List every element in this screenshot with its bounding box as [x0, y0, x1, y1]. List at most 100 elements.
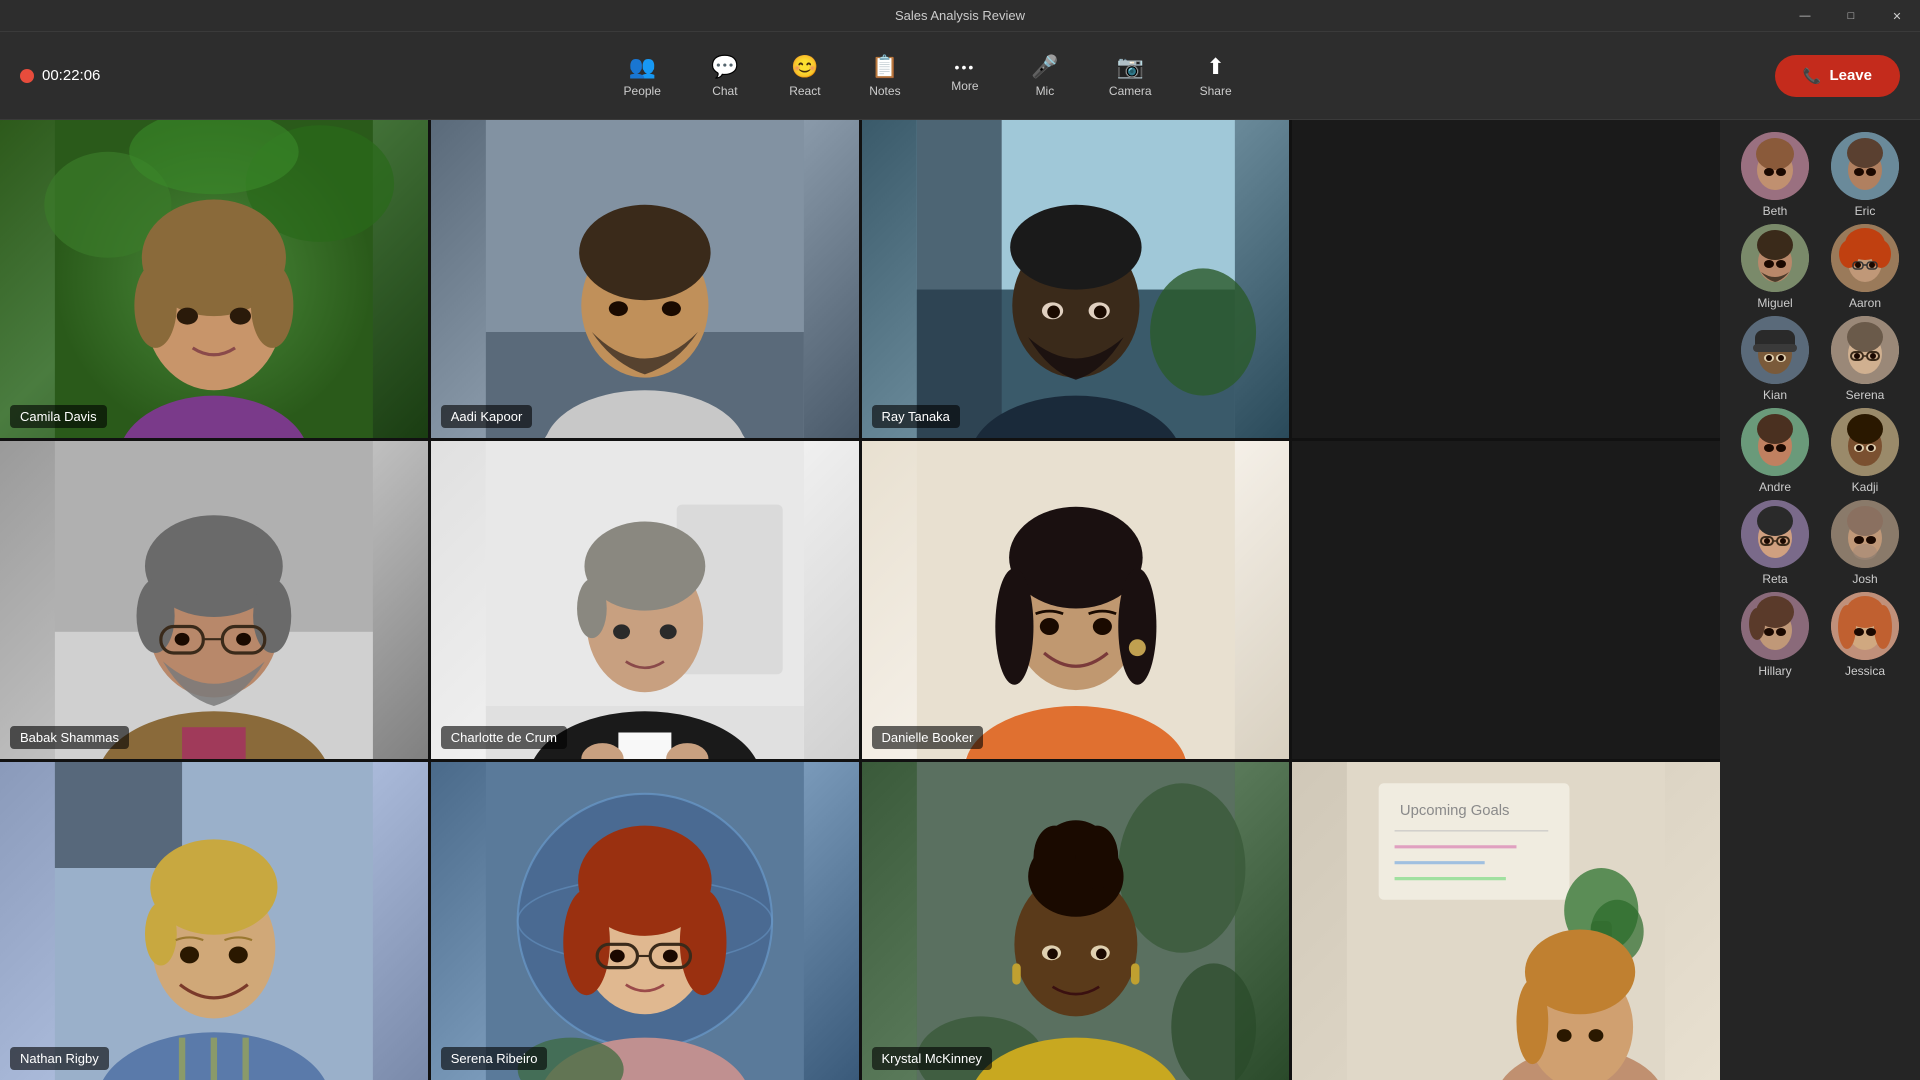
- video-cell-babak[interactable]: Babak Shammas: [0, 441, 428, 759]
- serena-s-avatar: [1831, 316, 1899, 384]
- video-cell-ray[interactable]: Ray Tanaka: [862, 120, 1290, 438]
- sidebar-row-2: Miguel: [1728, 224, 1912, 310]
- notes-icon: 📋: [871, 54, 898, 80]
- react-icon: 😊: [791, 54, 818, 80]
- notes-label: Notes: [869, 84, 900, 98]
- sidebar-participant-reta[interactable]: Reta: [1733, 500, 1817, 586]
- video-cell-krystal[interactable]: Krystal McKinney: [862, 762, 1290, 1080]
- leave-button[interactable]: 📞 Leave: [1775, 55, 1900, 97]
- recording-dot: [20, 69, 34, 83]
- maximize-button[interactable]: □: [1828, 0, 1874, 32]
- more-button[interactable]: ••• More: [925, 51, 1005, 101]
- leave-phone-icon: 📞: [1803, 67, 1822, 85]
- camera-button[interactable]: 📷 Camera: [1085, 46, 1176, 106]
- window-title: Sales Analysis Review: [895, 8, 1025, 23]
- sidebar-participant-hillary[interactable]: Hillary: [1733, 592, 1817, 678]
- recording-indicator: 00:22:06: [20, 67, 100, 84]
- sidebar-participant-beth[interactable]: Beth: [1733, 132, 1817, 218]
- babak-avatar: [0, 441, 428, 759]
- reta-avatar: [1741, 500, 1809, 568]
- eric-avatar: [1831, 132, 1899, 200]
- svg-text:Upcoming Goals: Upcoming Goals: [1400, 803, 1510, 819]
- sidebar-row-3: Kian Serena: [1728, 316, 1912, 402]
- nathan-avatar: [0, 762, 428, 1080]
- babak-name-tag: Babak Shammas: [10, 726, 129, 749]
- sidebar-participant-kian[interactable]: Kian: [1733, 316, 1817, 402]
- camera-icon: 📷: [1117, 54, 1144, 80]
- charlotte-avatar: [431, 441, 859, 759]
- andre-name: Andre: [1759, 480, 1791, 494]
- video-grid: Camila Davis: [0, 120, 1720, 1080]
- mic-icon: 🎤: [1031, 54, 1058, 80]
- charlotte-name-tag: Charlotte de Crum: [441, 726, 567, 749]
- video-cell-danielle[interactable]: Danielle Booker: [862, 441, 1290, 759]
- krystal-avatar: [862, 762, 1290, 1080]
- sidebar-participant-miguel[interactable]: Miguel: [1733, 224, 1817, 310]
- share-label: Share: [1200, 84, 1232, 98]
- kian-name: Kian: [1763, 388, 1787, 402]
- close-button[interactable]: ✕: [1874, 0, 1920, 32]
- mic-label: Mic: [1036, 84, 1055, 98]
- video-cell-nathan[interactable]: Nathan Rigby: [0, 762, 428, 1080]
- aaron-name: Aaron: [1849, 296, 1881, 310]
- jessica-name: Jessica: [1845, 664, 1885, 678]
- hillary-name: Hillary: [1758, 664, 1791, 678]
- beth-avatar: [1741, 132, 1809, 200]
- video-cell-aadi[interactable]: Aadi Kapoor: [431, 120, 859, 438]
- chat-button[interactable]: 💬 Chat: [685, 46, 765, 106]
- reta-name: Reta: [1762, 572, 1787, 586]
- video-cell-empty2: [1292, 441, 1720, 759]
- share-button[interactable]: ⬆ Share: [1176, 46, 1256, 106]
- recording-time: 00:22:06: [42, 67, 100, 84]
- people-button[interactable]: 👥 People: [600, 46, 685, 106]
- toolbar: 00:22:06 👥 People 💬 Chat 😊 React 📋 Notes…: [0, 32, 1920, 120]
- mic-button[interactable]: 🎤 Mic: [1005, 46, 1085, 106]
- react-label: React: [789, 84, 820, 98]
- sidebar-participant-serena-s[interactable]: Serena: [1823, 316, 1907, 402]
- miguel-avatar: [1741, 224, 1809, 292]
- kian-avatar: [1741, 316, 1809, 384]
- minimize-button[interactable]: —: [1782, 0, 1828, 32]
- serena-r-name-tag: Serena Ribeiro: [441, 1047, 548, 1070]
- sidebar-row-6: Hillary Jessica: [1728, 592, 1912, 678]
- sidebar-participant-aaron[interactable]: Aaron: [1823, 224, 1907, 310]
- more-label: More: [951, 79, 978, 93]
- sidebar-participants: Beth Eric: [1720, 120, 1920, 1080]
- leave-label: Leave: [1829, 67, 1872, 84]
- jessica-avatar: [1831, 592, 1899, 660]
- camila-avatar: [0, 120, 428, 438]
- nathan-name-tag: Nathan Rigby: [10, 1047, 109, 1070]
- sidebar-participant-josh[interactable]: Josh: [1823, 500, 1907, 586]
- people-label: People: [624, 84, 661, 98]
- krystal-name-tag: Krystal McKinney: [872, 1047, 992, 1070]
- danielle-avatar: [862, 441, 1290, 759]
- video-cell-charlotte[interactable]: Charlotte de Crum: [431, 441, 859, 759]
- sidebar-row-4: Andre Kadji: [1728, 408, 1912, 494]
- hillary-avatar: [1741, 592, 1809, 660]
- sidebar-participant-kadji[interactable]: Kadji: [1823, 408, 1907, 494]
- video-cell-extra[interactable]: Upcoming Goals: [1292, 762, 1720, 1080]
- camila-name-tag: Camila Davis: [10, 405, 107, 428]
- ray-name-tag: Ray Tanaka: [872, 405, 960, 428]
- sidebar-row-5: Reta Josh: [1728, 500, 1912, 586]
- extra-avatar: Upcoming Goals: [1292, 762, 1720, 1080]
- share-icon: ⬆: [1206, 54, 1224, 80]
- danielle-name-tag: Danielle Booker: [872, 726, 984, 749]
- camera-label: Camera: [1109, 84, 1152, 98]
- ray-avatar: [862, 120, 1290, 438]
- andre-avatar: [1741, 408, 1809, 476]
- main-content: Camila Davis: [0, 120, 1920, 1080]
- chat-icon: 💬: [711, 54, 738, 80]
- chat-label: Chat: [712, 84, 737, 98]
- react-button[interactable]: 😊 React: [765, 46, 845, 106]
- sidebar-participant-andre[interactable]: Andre: [1733, 408, 1817, 494]
- notes-button[interactable]: 📋 Notes: [845, 46, 925, 106]
- video-cell-empty1: [1292, 120, 1720, 438]
- josh-name: Josh: [1852, 572, 1877, 586]
- beth-name: Beth: [1763, 204, 1788, 218]
- serena-r-avatar: [431, 762, 859, 1080]
- sidebar-participant-jessica[interactable]: Jessica: [1823, 592, 1907, 678]
- sidebar-participant-eric[interactable]: Eric: [1823, 132, 1907, 218]
- video-cell-camila[interactable]: Camila Davis: [0, 120, 428, 438]
- video-cell-serena-r[interactable]: Serena Ribeiro: [431, 762, 859, 1080]
